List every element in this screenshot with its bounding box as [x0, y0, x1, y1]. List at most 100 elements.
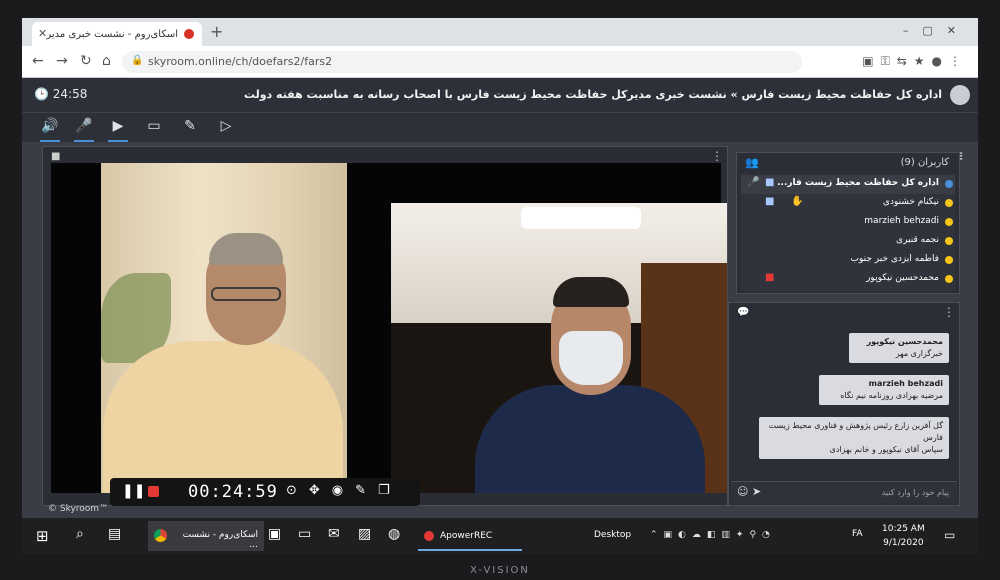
- user-icon: [945, 275, 953, 283]
- browser-tab[interactable]: اسکای‌روم - نشست خبری مدیر ✕: [32, 22, 202, 46]
- participant-video-1: [101, 163, 347, 493]
- more-options-icon[interactable]: ⋮: [711, 149, 723, 163]
- desktop-toolbar[interactable]: Desktop: [594, 530, 631, 540]
- close-tab-icon[interactable]: ✕: [38, 27, 47, 40]
- windows-taskbar: ⊞ ⌕ ▤ اسکای‌روم - نشست ... ▣ ▭ ✉ ▨ ◍ Apo…: [22, 518, 978, 554]
- taskbar-clock[interactable]: 10:25 AM 9/1/2020: [882, 523, 925, 550]
- apowerrec-label: ApowerREC: [440, 531, 493, 541]
- user-icon: [945, 237, 953, 245]
- url-field[interactable]: 🔒 skyroom.online/ch/doefars2/fars2: [122, 51, 802, 73]
- user-name: فاطمه ایزدی خبر جنوب: [850, 254, 940, 264]
- chat-placeholder: پیام خود را وارد کنید: [881, 488, 949, 497]
- chat-message: گل آفرین زارع رئیس پژوهش و فناوری محیط ز…: [759, 417, 949, 459]
- recorder-tool-icons[interactable]: ⊙✥◉✎❐: [286, 483, 402, 498]
- camera-icon[interactable]: ■: [765, 196, 774, 207]
- search-icon[interactable]: ⌕: [76, 526, 84, 542]
- raise-hand-icon: ✋: [791, 196, 804, 207]
- system-tray-icons[interactable]: ⌃▣◐☁◧▥✦⚲◔: [650, 530, 776, 540]
- chat-input[interactable]: پیام خود را وارد کنید ➤ ☺: [731, 481, 957, 503]
- user-row[interactable]: نجمه قنبری: [741, 232, 955, 251]
- clock-date: 9/1/2020: [883, 537, 924, 548]
- apowerrec-taskbar-item[interactable]: ApowerREC: [418, 521, 522, 551]
- start-icon[interactable]: ⊞: [36, 527, 49, 545]
- forward-icon[interactable]: →: [56, 53, 68, 69]
- speaker-icon[interactable]: 🔊: [40, 118, 60, 142]
- camera-icon[interactable]: ▶: [108, 118, 128, 142]
- user-icon: [945, 199, 953, 207]
- video-camera-icon: ■: [51, 151, 61, 162]
- people-icon: 👥: [745, 156, 759, 169]
- profile-avatar[interactable]: [950, 85, 970, 105]
- user-row[interactable]: اداره کل حفاظت محیط زیست فار... 🎤 ■: [741, 175, 955, 194]
- screen: اسکای‌روم - نشست خبری مدیر ✕ + –▢✕ ← → ↻…: [22, 18, 978, 554]
- camera-icon[interactable]: ■: [765, 177, 774, 188]
- window-controls[interactable]: –▢✕: [903, 24, 970, 37]
- folder-icon[interactable]: ▭: [298, 526, 311, 542]
- user-row[interactable]: فاطمه ایزدی خبر جنوب: [741, 251, 955, 270]
- mic-icon[interactable]: 🎤: [747, 177, 759, 188]
- host-icon: [945, 180, 953, 188]
- mail-icon[interactable]: ✉: [328, 526, 340, 542]
- chat-message: marzieh behzadi مرضیه بهزادی روزنامه نیم…: [819, 375, 949, 405]
- user-name: اداره کل حفاظت محیط زیست فار...: [777, 178, 939, 188]
- user-icon: [945, 218, 953, 226]
- camera-off-icon[interactable]: ■: [765, 272, 774, 283]
- users-header: کاربران (9) 👥: [737, 153, 959, 173]
- participant-video-2: [391, 203, 727, 493]
- screen-share-icon[interactable]: ▭: [144, 118, 164, 138]
- video-panel: ■ ⋮: [42, 146, 728, 506]
- address-bar-row: ← → ↻ ⌂ 🔒 skyroom.online/ch/doefars2/far…: [22, 46, 978, 78]
- extension-icons[interactable]: ▣⚿⇆★●⋮: [862, 54, 968, 69]
- user-name: نیکنام خشنودی: [882, 197, 939, 207]
- skyroom-watermark: © Skyroom™: [48, 504, 109, 514]
- user-name: marzieh behzadi: [864, 216, 939, 226]
- monitor-brand-logo: X-VISION: [470, 565, 530, 576]
- task-view-icon[interactable]: ▤: [108, 526, 121, 542]
- video-area: [51, 163, 727, 493]
- session-timer: 24:58: [52, 87, 88, 101]
- lock-icon: 🔒: [131, 55, 144, 66]
- presentation-icon[interactable]: ▷: [216, 118, 236, 138]
- users-panel: کاربران (9) 👥 اداره کل حفاظت محیط زیست ف…: [736, 152, 960, 294]
- clock-time: 10:25 AM: [882, 524, 925, 534]
- room-title: اداره کل حفاظت محیط زیست فارس » نشست خبر…: [243, 88, 942, 101]
- new-tab-icon[interactable]: +: [210, 22, 223, 41]
- recording-timer: 00:24:59: [188, 482, 278, 502]
- record-dot-icon: [184, 29, 194, 39]
- chat-icon: 💬: [737, 307, 750, 318]
- edge-icon[interactable]: ◍: [388, 526, 400, 542]
- chrome-task-label: اسکای‌روم - نشست ...: [182, 530, 258, 550]
- home-icon[interactable]: ⌂: [102, 53, 111, 69]
- notification-icon[interactable]: ▭: [944, 528, 955, 542]
- language-indicator[interactable]: FA: [852, 529, 863, 539]
- skyroom-header: 🕒 24:58 اداره کل حفاظت محیط زیست فارس » …: [22, 78, 978, 112]
- pdf-icon[interactable]: ▨: [358, 526, 371, 542]
- tab-title: اسکای‌روم - نشست خبری مدیر: [46, 28, 178, 40]
- reload-icon[interactable]: ↻: [80, 53, 92, 69]
- user-row[interactable]: marzieh behzadi: [741, 213, 955, 232]
- recorder-toolbar: ❚❚ 00:24:59 ⊙✥◉✎❐: [110, 478, 420, 506]
- stop-record-button[interactable]: [148, 486, 159, 497]
- users-list: اداره کل حفاظت محیط زیست فار... 🎤 ■ نیکن…: [741, 175, 955, 291]
- user-icon: [945, 256, 953, 264]
- pause-icon[interactable]: ❚❚: [122, 483, 145, 499]
- skyroom-toolbar: 🔊 🎤 ▶ ▭ ✎ ▷: [22, 112, 978, 142]
- back-icon[interactable]: ←: [32, 53, 44, 69]
- browser-tab-strip: اسکای‌روم - نشست خبری مدیر ✕ + –▢✕: [22, 18, 978, 46]
- microphone-icon[interactable]: 🎤: [74, 118, 94, 142]
- chat-panel: 💬 ⋮ محمدحسین نیکوپور خبرگزاری مهر marzie…: [728, 302, 960, 506]
- user-name: نجمه قنبری: [896, 235, 939, 245]
- clock-icon: 🕒 24:58: [34, 87, 88, 101]
- chrome-taskbar-item[interactable]: اسکای‌روم - نشست ...: [148, 521, 264, 551]
- whiteboard-pen-icon[interactable]: ✎: [180, 118, 200, 138]
- url-text: skyroom.online/ch/doefars2/fars2: [148, 55, 333, 68]
- more-options-icon[interactable]: ⋮: [943, 305, 955, 319]
- user-row[interactable]: نیکنام خشنودی ■ ✋: [741, 194, 955, 213]
- monitor-bezel: اسکای‌روم - نشست خبری مدیر ✕ + –▢✕ ← → ↻…: [0, 0, 1000, 580]
- users-count: کاربران (9): [900, 157, 949, 168]
- send-icon[interactable]: ➤ ☺: [737, 485, 761, 498]
- store-icon[interactable]: ▣: [268, 526, 281, 542]
- chat-message: محمدحسین نیکوپور خبرگزاری مهر: [849, 333, 949, 363]
- user-name: محمدحسین نیکوپور: [866, 273, 939, 283]
- user-row[interactable]: محمدحسین نیکوپور ■: [741, 270, 955, 289]
